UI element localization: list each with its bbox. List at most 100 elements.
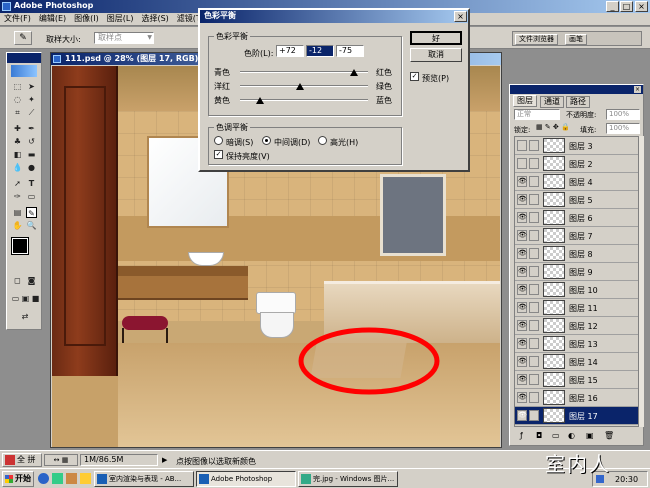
marquee-tool-icon[interactable]: ⬚ [12,81,23,92]
quicklaunch-folder-icon[interactable] [80,473,91,484]
radio-highlights-label[interactable]: 高光(H) [330,137,358,148]
screen-mode-full-icon[interactable]: ■ [30,293,41,304]
layer-row[interactable]: 👁 图层 7 [515,227,638,245]
slice-tool-icon[interactable]: ⟋ [26,107,37,118]
slider-yellow-blue-thumb[interactable] [256,97,264,104]
preserve-luminosity-checkbox[interactable]: ✓ [214,150,223,159]
healing-brush-tool-icon[interactable]: ✚ [12,123,23,134]
eye-icon[interactable]: 👁 [517,374,527,385]
eye-icon[interactable]: 👁 [517,302,527,313]
layer-row[interactable]: 👁 图层 17 [515,407,638,425]
eye-icon[interactable]: 👁 [517,284,527,295]
crop-tool-icon[interactable]: ⌗ [12,107,23,118]
menu-edit[interactable]: 编辑(E) [35,13,70,25]
foreground-color-swatch[interactable] [11,237,29,255]
zoom-tool-icon[interactable]: 🔍 [26,220,37,231]
eye-icon[interactable]: 👁 [517,266,527,277]
ime-tools[interactable]: ↔ ▦ [44,454,78,466]
eye-icon[interactable]: 👁 [517,320,527,331]
menu-image[interactable]: 图像(I) [70,13,103,25]
eye-icon[interactable]: 👁 [517,212,527,223]
layer-row[interactable]: 👁 图层 9 [515,263,638,281]
brush-icon[interactable] [529,410,539,421]
standard-mode-icon[interactable]: ◻ [12,275,23,286]
opacity-field[interactable]: 100% [606,109,640,120]
eyedropper-tool-icon[interactable]: ✎ [26,207,37,218]
adjustment-layer-icon[interactable]: ◐ [568,429,575,443]
preview-label[interactable]: 预览(P) [422,73,449,84]
menu-file[interactable]: 文件(F) [0,13,35,25]
tab-paths[interactable]: 路径 [566,96,590,108]
fill-field[interactable]: 100% [606,123,640,134]
lasso-tool-icon[interactable]: ◌ [12,94,23,105]
add-layer-style-icon[interactable]: ƒ [520,429,523,443]
type-tool-icon[interactable]: T [26,178,37,189]
start-button[interactable]: 开始 [2,471,34,487]
eye-icon[interactable] [517,140,527,151]
clone-stamp-tool-icon[interactable]: ♣ [12,136,23,147]
dialog-close-button[interactable]: × [454,11,467,22]
status-arrow-icon[interactable]: ▶ [162,455,172,465]
layer-row[interactable]: 👁 图层 10 [515,281,638,299]
pen-tool-icon[interactable]: ✑ [12,191,23,202]
slider-cyan-red-thumb[interactable] [350,69,358,76]
level-magenta-green-field[interactable]: -12 [306,45,334,57]
eye-icon[interactable]: 👁 [517,194,527,205]
eye-icon[interactable]: 👁 [517,176,527,187]
close-button[interactable]: × [635,1,648,12]
layer-row[interactable]: 👁 图层 12 [515,317,638,335]
link-slot[interactable] [529,248,539,259]
layer-row[interactable]: 👁 图层 8 [515,245,638,263]
tab-channels[interactable]: 通道 [540,96,564,108]
layer-row[interactable]: 👁 图层 15 [515,371,638,389]
history-brush-tool-icon[interactable]: ↺ [26,136,37,147]
link-slot[interactable] [529,158,539,169]
link-slot[interactable] [529,374,539,385]
trash-icon[interactable]: 🗑 [604,429,614,443]
radio-shadows-label[interactable]: 暗调(S) [226,137,253,148]
layer-row[interactable]: 图层 2 [515,155,638,173]
path-selection-tool-icon[interactable]: ➚ [12,178,23,189]
ok-button[interactable]: 好 [410,31,462,45]
layer-row[interactable]: 👁 图层 6 [515,209,638,227]
gradient-tool-icon[interactable]: ▬ [26,149,37,160]
layer-row[interactable]: 👁 图层 13 [515,335,638,353]
shape-tool-icon[interactable]: ▭ [26,191,37,202]
task-photoshop[interactable]: Adobe Photoshop [196,471,296,487]
preserve-luminosity-label[interactable]: 保持亮度(V) [226,151,270,162]
tab-file-browser[interactable]: 文件浏览器 [515,34,558,45]
eye-icon[interactable]: 👁 [517,230,527,241]
ime-indicator[interactable]: 全 拼 [2,453,42,467]
layer-row[interactable]: 👁 图层 14 [515,353,638,371]
notes-tool-icon[interactable]: ▤ [12,207,23,218]
eyedropper-preset-button[interactable]: ✎ [14,31,32,45]
quicklaunch-ie-icon[interactable] [38,473,49,484]
menu-layer[interactable]: 图层(L) [103,13,138,25]
blur-tool-icon[interactable]: 💧 [12,162,23,173]
layers-close-icon[interactable]: × [634,86,641,93]
radio-shadows[interactable] [214,136,223,145]
layer-row[interactable]: 👁 图层 16 [515,389,638,407]
link-slot[interactable] [529,356,539,367]
radio-midtones-label[interactable]: 中间调(D) [274,137,310,148]
link-slot[interactable] [529,140,539,151]
dodge-tool-icon[interactable]: ● [26,162,37,173]
layer-row[interactable]: 图层 3 [515,137,638,155]
menu-select[interactable]: 选择(S) [137,13,172,25]
eye-icon[interactable]: 👁 [517,410,527,421]
blend-mode-select[interactable]: 正常 [514,109,560,120]
layers-scrollbar[interactable] [639,136,644,427]
tab-layers[interactable]: 图层 [513,95,537,107]
quicklaunch-desktop-icon[interactable] [52,473,63,484]
link-slot[interactable] [529,302,539,313]
layer-row[interactable]: 👁 图层 4 [515,173,638,191]
cancel-button[interactable]: 取消 [410,48,462,62]
eye-icon[interactable]: 👁 [517,338,527,349]
link-slot[interactable] [529,320,539,331]
link-slot[interactable] [529,284,539,295]
quicklaunch-media-icon[interactable] [66,473,77,484]
link-slot[interactable] [529,338,539,349]
link-slot[interactable] [529,266,539,277]
radio-midtones[interactable] [262,136,271,145]
layer-row[interactable]: 👁 图层 5 [515,191,638,209]
